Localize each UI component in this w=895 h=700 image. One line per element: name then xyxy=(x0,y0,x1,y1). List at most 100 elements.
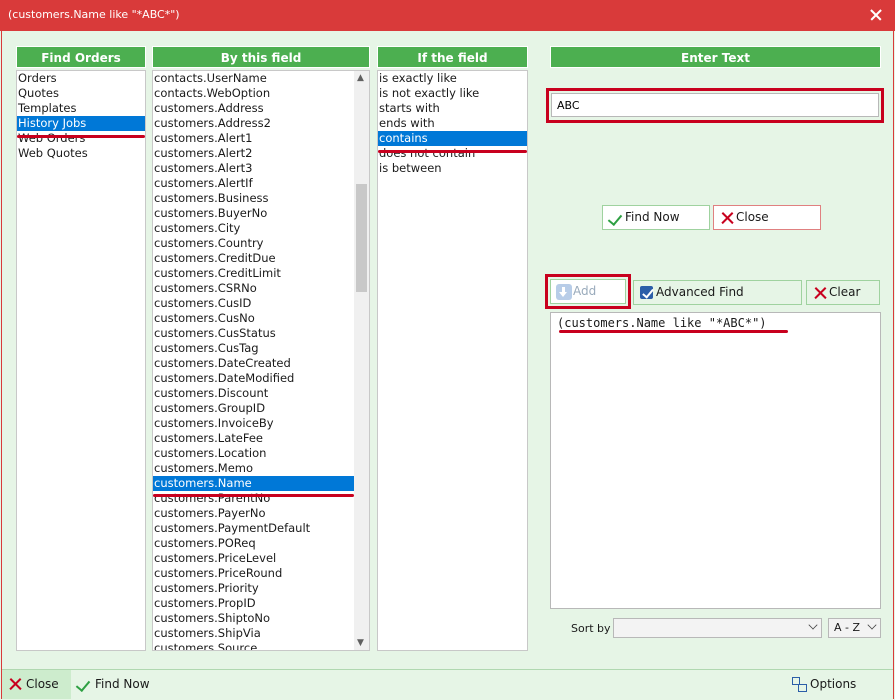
by-field-item[interactable]: customers.InvoiceBy xyxy=(153,416,369,431)
close-label: Close xyxy=(736,210,769,224)
by-field-item[interactable]: customers.PaymentDefault xyxy=(153,521,369,536)
by-field-item[interactable]: customers.LateFee xyxy=(153,431,369,446)
by-field-item[interactable]: customers.City xyxy=(153,221,369,236)
by-field-item[interactable]: customers.CusStatus xyxy=(153,326,369,341)
by-field-list[interactable]: contacts.UserName contacts.WebOption custo… xyxy=(152,70,370,651)
if-field-item[interactable]: contains xyxy=(378,131,527,146)
checkbox-icon xyxy=(640,286,653,299)
status-find-now-button[interactable]: Find Now xyxy=(71,670,161,699)
find-orders-item[interactable]: History Jobs xyxy=(17,116,145,131)
add-label: Add xyxy=(573,284,597,298)
sort-by-label: Sort by xyxy=(571,622,611,635)
by-field-item[interactable]: customers.DateModified xyxy=(153,371,369,386)
find-dialog: Find Orders Orders Quotes Templates History… xyxy=(1,31,894,699)
find-now-button[interactable]: Find Now xyxy=(602,205,710,230)
contains-underline xyxy=(378,150,527,153)
window-title: (customers.Name like "*ABC*") xyxy=(8,8,180,21)
by-field-item[interactable]: customers.PropID xyxy=(153,596,369,611)
by-field-item[interactable]: customers.CusTag xyxy=(153,341,369,356)
by-field-item[interactable]: customers.GroupID xyxy=(153,401,369,416)
chevron-down-icon xyxy=(808,620,818,630)
add-button[interactable]: Add xyxy=(550,279,626,304)
by-field-item[interactable]: customers.Address2 xyxy=(153,116,369,131)
scroll-up-icon[interactable]: ▲ xyxy=(357,73,364,83)
if-field-header: If the field xyxy=(377,46,528,68)
sort-order-select[interactable]: A - Z xyxy=(828,618,881,638)
check-icon xyxy=(608,210,624,226)
close-button[interactable]: Close xyxy=(713,205,821,230)
advanced-find-label: Advanced Find xyxy=(656,285,744,299)
by-field-scrollbar[interactable]: ▲ ▼ xyxy=(354,71,369,650)
options-button[interactable]: Options xyxy=(786,670,866,699)
find-orders-item[interactable]: Web Quotes xyxy=(17,146,145,161)
find-orders-item[interactable]: Web Orders xyxy=(17,131,145,146)
by-field-item[interactable]: customers.Alert2 xyxy=(153,146,369,161)
by-field-header: By this field xyxy=(152,46,370,68)
by-field-item[interactable]: customers.Memo xyxy=(153,461,369,476)
by-field-item[interactable]: customers.Location xyxy=(153,446,369,461)
scroll-thumb[interactable] xyxy=(356,184,367,292)
by-field-item[interactable]: customers.Name xyxy=(153,476,369,491)
history-jobs-underline xyxy=(17,135,145,138)
by-field-item[interactable]: customers.ShipVia xyxy=(153,626,369,641)
find-orders-list[interactable]: Orders Quotes Templates History Jobs Web Ord… xyxy=(16,70,146,651)
by-field-item[interactable]: customers.Discount xyxy=(153,386,369,401)
options-icon xyxy=(791,676,807,692)
advanced-find-button[interactable]: Advanced Find xyxy=(633,280,802,305)
by-field-item[interactable]: customers.PriceLevel xyxy=(153,551,369,566)
x-icon xyxy=(812,285,828,301)
query-text: (customers.Name like "*ABC*") xyxy=(557,316,767,330)
by-field-item[interactable]: customers.AlertIf xyxy=(153,176,369,191)
if-field-item[interactable]: is between xyxy=(378,161,527,176)
if-field-item[interactable]: is exactly like xyxy=(378,71,527,86)
status-find-now-label: Find Now xyxy=(95,677,150,691)
by-field-item[interactable]: customers.Priority xyxy=(153,581,369,596)
by-field-item[interactable]: customers.DateCreated xyxy=(153,356,369,371)
x-icon xyxy=(7,676,23,692)
find-orders-item[interactable]: Quotes xyxy=(17,86,145,101)
scroll-down-icon[interactable]: ▼ xyxy=(357,638,364,648)
by-field-item[interactable]: customers.Country xyxy=(153,236,369,251)
status-close-label: Close xyxy=(26,677,59,691)
if-field-list[interactable]: is exactly like is not exactly like starts… xyxy=(377,70,528,651)
by-field-item[interactable]: customers.CSRNo xyxy=(153,281,369,296)
by-field-item[interactable]: customers.Source xyxy=(153,641,369,650)
query-textbox[interactable]: (customers.Name like "*ABC*") xyxy=(550,312,881,609)
by-field-item[interactable]: customers.PriceRound xyxy=(153,566,369,581)
check-icon xyxy=(76,676,92,692)
by-field-item[interactable]: customers.Business xyxy=(153,191,369,206)
title-bar: (customers.Name like "*ABC*") xyxy=(0,0,895,31)
if-field-item[interactable]: does not contain xyxy=(378,146,527,161)
by-field-item[interactable]: customers.POReq xyxy=(153,536,369,551)
by-field-item[interactable]: customers.CreditDue xyxy=(153,251,369,266)
by-field-item[interactable]: customers.CreditLimit xyxy=(153,266,369,281)
enter-text-header: Enter Text xyxy=(550,46,881,68)
if-field-item[interactable]: ends with xyxy=(378,116,527,131)
by-field-item[interactable]: customers.Alert3 xyxy=(153,161,369,176)
chevron-down-icon xyxy=(867,620,877,630)
if-field-item[interactable]: is not exactly like xyxy=(378,86,527,101)
sort-field-select[interactable] xyxy=(613,618,822,638)
by-field-item[interactable]: customers.ShiptoNo xyxy=(153,611,369,626)
query-underline xyxy=(559,330,788,333)
status-close-button[interactable]: Close xyxy=(2,670,71,699)
find-orders-item[interactable]: Templates xyxy=(17,101,145,116)
by-field-item[interactable]: customers.Alert1 xyxy=(153,131,369,146)
down-arrow-icon xyxy=(556,284,572,300)
clear-button[interactable]: Clear xyxy=(806,280,880,305)
clear-label: Clear xyxy=(829,285,861,299)
by-field-item[interactable]: customers.BuyerNo xyxy=(153,206,369,221)
by-field-item[interactable]: customers.PayerNo xyxy=(153,506,369,521)
find-orders-item[interactable]: Orders xyxy=(17,71,145,86)
enter-text-input[interactable] xyxy=(551,93,879,117)
by-field-item[interactable]: contacts.UserName xyxy=(153,71,369,86)
window-close-icon[interactable] xyxy=(865,4,887,26)
by-field-item[interactable]: customers.CusNo xyxy=(153,311,369,326)
if-field-item[interactable]: starts with xyxy=(378,101,527,116)
by-field-item[interactable]: customers.Address xyxy=(153,101,369,116)
options-label: Options xyxy=(810,677,857,691)
find-orders-header: Find Orders xyxy=(16,46,146,68)
by-field-item[interactable]: contacts.WebOption xyxy=(153,86,369,101)
by-field-item[interactable]: customers.CusID xyxy=(153,296,369,311)
sort-order-value: A - Z xyxy=(834,621,861,634)
